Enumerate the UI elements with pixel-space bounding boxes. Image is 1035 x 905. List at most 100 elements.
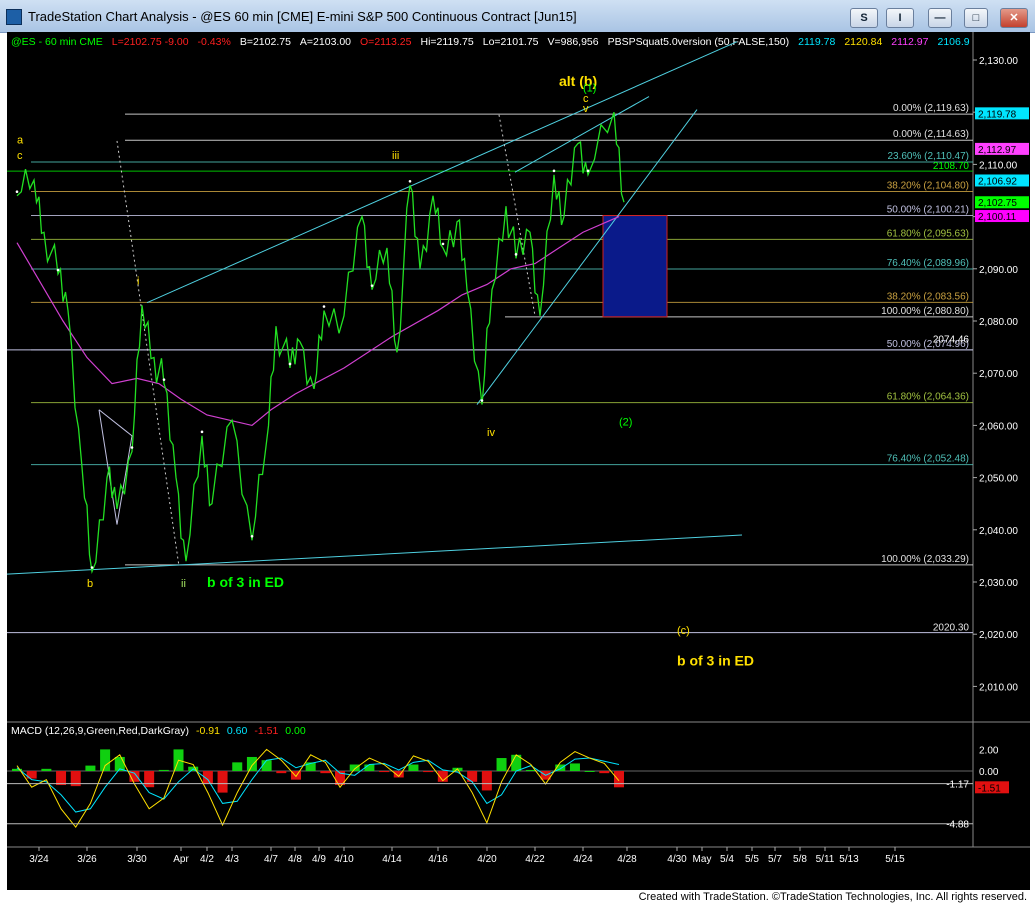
swing-marker bbox=[15, 190, 19, 194]
swing-marker bbox=[408, 179, 412, 183]
time-tick-label: Apr bbox=[173, 854, 189, 865]
swing-marker bbox=[552, 169, 556, 173]
macd-tick-label: 2.00 bbox=[979, 745, 999, 756]
swing-marker bbox=[250, 534, 254, 538]
price-tick-label: 2,060.00 bbox=[979, 421, 1018, 432]
macd-histogram-bar bbox=[408, 764, 419, 771]
macd-histogram-bar bbox=[85, 765, 96, 771]
status-item-1: L=2102.75 -9.00 bbox=[112, 36, 189, 48]
price-flag-label: 2,106.92 bbox=[978, 176, 1017, 187]
status-item-4: A=2103.00 bbox=[300, 36, 351, 48]
window-title: TradeStation Chart Analysis - @ES 60 min… bbox=[28, 9, 577, 24]
macd-histogram-bar bbox=[599, 771, 610, 774]
credit-text: Created with TradeStation. ©TradeStation… bbox=[638, 891, 1027, 903]
macd-histogram-bar bbox=[232, 762, 243, 771]
macd-histogram-bar bbox=[158, 769, 169, 771]
wave-label: ii bbox=[181, 578, 186, 590]
swing-marker bbox=[162, 378, 166, 381]
macd-histogram-bar bbox=[349, 764, 360, 771]
macd-histogram-bar bbox=[496, 758, 507, 771]
chart-window[interactable]: @ES - 60 min CME L=2102.75 -9.00 -0.43% B=2… bbox=[6, 32, 1030, 890]
swing-marker bbox=[586, 169, 590, 173]
wave-label: b of 3 in ED bbox=[677, 653, 754, 669]
fib-level-label: 100.00% (2,080.80) bbox=[881, 306, 969, 317]
time-tick-label: 4/14 bbox=[382, 854, 402, 865]
status-item-9: PBSPSquat5.0version (50,FALSE,150) bbox=[608, 36, 790, 48]
time-tick-label: May bbox=[693, 854, 712, 865]
wave-label: b of 3 in ED bbox=[207, 574, 284, 590]
price-tick-label: 2,050.00 bbox=[979, 474, 1018, 485]
wave-label: b bbox=[87, 578, 93, 590]
price-tick-label: 2,090.00 bbox=[979, 265, 1018, 276]
macd-histogram-bar bbox=[614, 771, 624, 788]
price-flag-label: 2,100.11 bbox=[978, 212, 1017, 223]
swing-marker bbox=[322, 305, 326, 308]
time-tick-label: 4/8 bbox=[288, 854, 302, 865]
macd-tick-label: 0.00 bbox=[979, 767, 999, 778]
swing-marker bbox=[56, 268, 60, 272]
interval-link-button[interactable]: I bbox=[886, 8, 914, 28]
time-tick-label: 5/4 bbox=[720, 854, 734, 865]
macd-histogram-bar bbox=[467, 771, 478, 782]
macd-tick-label: -1.17 bbox=[946, 780, 969, 791]
app-icon bbox=[6, 9, 22, 25]
time-tick-label: 3/26 bbox=[77, 854, 97, 865]
time-tick-label: 4/28 bbox=[617, 854, 637, 865]
fib-level-label: 76.40% (2,052.48) bbox=[887, 454, 969, 465]
status-item-2: -0.43% bbox=[198, 36, 231, 48]
macd-histogram-bar bbox=[217, 771, 228, 793]
macd-header-item-0: MACD (12,26,9,Green,Red,DarkGray) bbox=[11, 725, 189, 737]
fib-level-label: 38.20% (2,083.56) bbox=[887, 291, 969, 302]
wave-label: iv bbox=[487, 427, 495, 439]
macd-tick-label: -1.51 bbox=[978, 783, 1001, 794]
symbol-link-button[interactable]: S bbox=[850, 8, 878, 28]
swing-marker bbox=[480, 399, 484, 402]
status-item-8: V=986,956 bbox=[548, 36, 599, 48]
macd-header-item-1: -0.91 bbox=[196, 725, 220, 737]
minimize-button[interactable]: — bbox=[928, 8, 952, 28]
time-tick-label: 4/22 bbox=[525, 854, 545, 865]
time-tick-label: 5/5 bbox=[745, 854, 759, 865]
fib-level-label: 0.00% (2,119.63) bbox=[893, 103, 969, 114]
status-item-0: @ES - 60 min CME bbox=[11, 36, 103, 48]
time-tick-label: 4/10 bbox=[334, 854, 354, 865]
time-tick-label: 5/11 bbox=[816, 854, 835, 865]
swing-marker bbox=[514, 253, 518, 256]
wave-label: c bbox=[17, 150, 23, 162]
wave-label: (c) bbox=[677, 625, 690, 637]
macd-tick-label: -4.88 bbox=[946, 820, 969, 831]
maximize-button[interactable]: □ bbox=[964, 8, 988, 28]
swing-marker bbox=[200, 430, 204, 434]
macd-histogram-bar bbox=[246, 756, 257, 771]
time-tick-label: 4/7 bbox=[264, 854, 278, 865]
level-note-label: 2074.46 bbox=[933, 334, 970, 345]
time-tick-label: 4/20 bbox=[477, 854, 497, 865]
macd-histogram-bar bbox=[276, 771, 287, 774]
macd-histogram-bar bbox=[379, 771, 390, 773]
price-flag-label: 2,102.75 bbox=[978, 198, 1017, 209]
macd-histogram-bar bbox=[569, 763, 580, 771]
wave-label: iii bbox=[392, 150, 399, 162]
time-tick-label: 4/30 bbox=[667, 854, 687, 865]
swing-marker bbox=[288, 362, 292, 366]
price-tick-label: 2,010.00 bbox=[979, 682, 1018, 693]
time-tick-label: 4/2 bbox=[200, 854, 214, 865]
status-item-7: Lo=2101.75 bbox=[483, 36, 539, 48]
status-item-13: 2106.9 bbox=[937, 36, 969, 48]
close-button[interactable]: ✕ bbox=[1000, 8, 1028, 28]
price-tick-label: 2,110.00 bbox=[979, 160, 1018, 171]
price-chart[interactable]: @ES - 60 min CME L=2102.75 -9.00 -0.43% B=2… bbox=[6, 32, 1030, 890]
fib-level-label: 38.20% (2,104.80) bbox=[887, 181, 969, 192]
status-item-12: 2112.97 bbox=[891, 36, 928, 48]
wave-label: v bbox=[583, 103, 589, 115]
time-tick-label: 5/13 bbox=[839, 854, 859, 865]
status-item-11: 2120.84 bbox=[844, 36, 882, 48]
wave-label: i bbox=[137, 275, 139, 287]
time-tick-label: 4/24 bbox=[573, 854, 593, 865]
level-note-label: 2020.30 bbox=[933, 623, 970, 634]
macd-header-item-4: 0.00 bbox=[285, 725, 306, 737]
time-tick-label: 3/30 bbox=[127, 854, 147, 865]
macd-header-item-2: 0.60 bbox=[227, 725, 248, 737]
fib-level-label: 61.80% (2,095.63) bbox=[887, 228, 969, 239]
price-flag-label: 2,112.97 bbox=[978, 145, 1017, 156]
